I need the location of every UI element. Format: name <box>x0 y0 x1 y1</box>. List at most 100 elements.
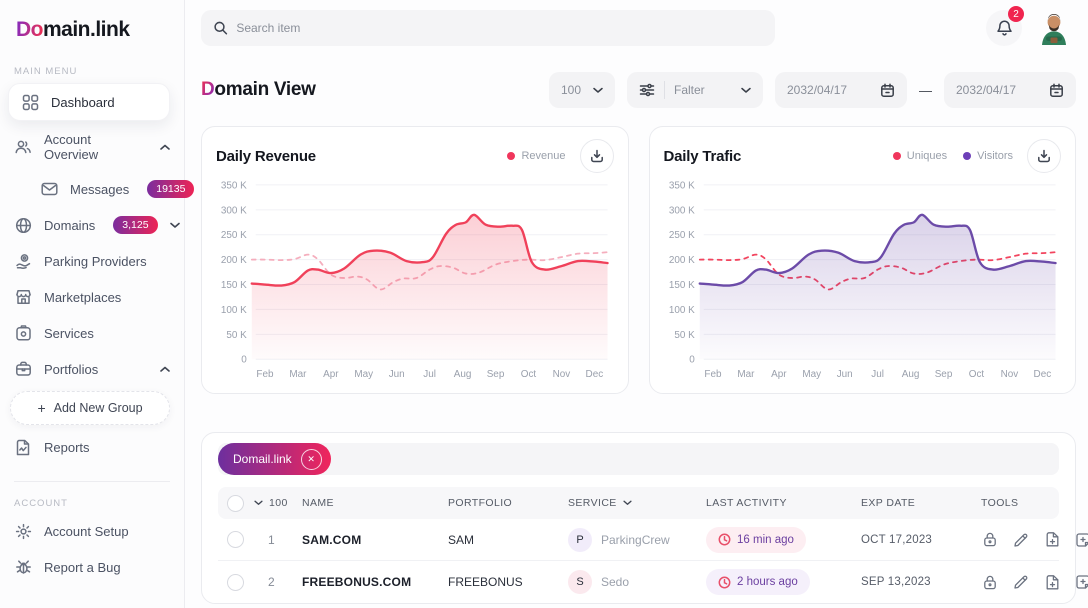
sidebar-item-portfolios[interactable]: Portfolios <box>0 351 184 387</box>
sidebar-item-label: Services <box>44 326 94 341</box>
legend-label: Visitors <box>977 150 1013 162</box>
sidebar-item-parking-providers[interactable]: Parking Providers <box>0 243 184 279</box>
svg-text:350 K: 350 K <box>221 180 247 191</box>
lock-button[interactable] <box>981 531 999 549</box>
filter-dropdown[interactable]: Falter <box>627 72 763 108</box>
chevron-down-icon <box>170 222 180 229</box>
svg-text:50 K: 50 K <box>674 330 695 341</box>
date-from-value: 2032/04/17 <box>787 83 847 97</box>
select-all-checkbox[interactable] <box>227 495 244 512</box>
svg-text:300 K: 300 K <box>221 205 247 216</box>
header-service[interactable]: SERVICE <box>568 497 706 509</box>
exp-date: SEP 13,2023 <box>861 576 981 588</box>
close-icon: ✕ <box>307 454 315 465</box>
note-plus-button[interactable] <box>1074 573 1088 591</box>
search-icon <box>213 20 228 36</box>
sidebar-item-dashboard[interactable]: Dashboard <box>8 83 170 121</box>
plus-icon: + <box>37 400 45 416</box>
topbar-right: 2 <box>986 10 1072 46</box>
chart-title: Daily Trafic <box>664 148 742 165</box>
main-area: 2 Domain View 100 Falte <box>185 0 1088 608</box>
filter-chip-bar: Domail.link ✕ <box>218 443 1059 475</box>
filter-chip[interactable]: Domail.link ✕ <box>218 443 331 475</box>
sidebar-item-report-a-bug[interactable]: Report a Bug <box>0 549 184 585</box>
service-name: ParkingCrew <box>601 533 670 547</box>
charts-row: Daily Revenue Revenue 050 K100 K150 K200… <box>201 126 1076 394</box>
svg-text:Jul: Jul <box>423 369 436 380</box>
header-service-label: SERVICE <box>568 497 617 509</box>
app-root: Domain.link MAIN MENU Dashboard Account … <box>0 0 1088 608</box>
row-checkbox[interactable] <box>227 574 244 591</box>
clock-icon <box>718 576 731 589</box>
sidebar-item-label: Dashboard <box>51 95 115 110</box>
service-avatar: P <box>568 528 592 552</box>
date-to-picker[interactable]: 2032/04/17 <box>944 72 1076 108</box>
service-cell: S Sedo <box>568 570 706 594</box>
download-chart-button[interactable] <box>1027 139 1061 173</box>
add-new-group-button[interactable]: + Add New Group <box>10 391 170 425</box>
sidebar-item-services[interactable]: Services <box>0 315 184 351</box>
svg-text:350 K: 350 K <box>668 180 694 191</box>
activity-text: 16 min ago <box>737 534 794 546</box>
note-plus-button[interactable] <box>1074 531 1088 549</box>
row-number: 2 <box>254 575 302 589</box>
chart-legend: Revenue <box>507 150 565 162</box>
user-avatar[interactable] <box>1036 10 1072 46</box>
services-box-icon <box>14 324 32 342</box>
legend-dot <box>963 152 971 160</box>
last-activity-cell: 2 hours ago <box>706 569 861 595</box>
header-page-size[interactable]: 100 <box>254 497 302 509</box>
sidebar-item-account-overview[interactable]: Account Overview <box>0 123 184 171</box>
download-icon <box>1037 149 1051 163</box>
file-plus-button[interactable] <box>1043 531 1061 549</box>
sidebar-item-domains[interactable]: Domains 3,125 <box>0 207 184 243</box>
svg-text:Mar: Mar <box>737 369 755 380</box>
service-cell: P ParkingCrew <box>568 528 706 552</box>
chip-close-button[interactable]: ✕ <box>301 449 322 470</box>
header-controls: 100 Falter 2032/04/17 — <box>549 72 1076 108</box>
page-size-value: 100 <box>561 83 581 97</box>
svg-text:150 K: 150 K <box>221 280 247 291</box>
svg-text:200 K: 200 K <box>221 255 247 266</box>
search-input[interactable] <box>236 21 763 35</box>
bell-icon <box>996 19 1013 37</box>
date-range-separator: — <box>919 83 932 98</box>
legend-label: Uniques <box>907 150 947 162</box>
svg-text:Feb: Feb <box>256 369 274 380</box>
file-plus-button[interactable] <box>1043 573 1061 591</box>
chevron-down-icon <box>254 500 263 506</box>
svg-text:Feb: Feb <box>704 369 722 380</box>
domains-count-badge: 3,125 <box>113 216 157 234</box>
topbar: 2 <box>185 0 1088 56</box>
notifications-button[interactable]: 2 <box>986 10 1022 46</box>
svg-text:Apr: Apr <box>771 369 787 380</box>
sidebar-item-label: Marketplaces <box>44 290 121 305</box>
sidebar-item-reports[interactable]: Reports <box>0 429 184 465</box>
legend-dot <box>893 152 901 160</box>
tools-cell <box>981 573 1088 591</box>
lock-button[interactable] <box>981 573 999 591</box>
row-checkbox[interactable] <box>227 531 244 548</box>
page-size-dropdown[interactable]: 100 <box>549 72 615 108</box>
globe-icon <box>14 216 32 234</box>
edit-button[interactable] <box>1012 531 1030 549</box>
sidebar-item-label: Account Overview <box>44 132 148 162</box>
activity-pill: 2 hours ago <box>706 569 810 595</box>
svg-text:50 K: 50 K <box>226 330 247 341</box>
svg-text:250 K: 250 K <box>668 230 694 241</box>
sidebar-item-account-setup[interactable]: Account Setup <box>0 513 184 549</box>
sidebar-item-label: Report a Bug <box>44 560 121 575</box>
users-icon <box>14 138 32 156</box>
svg-text:Sep: Sep <box>934 369 952 380</box>
legend-item: Uniques <box>893 150 947 162</box>
date-from-picker[interactable]: 2032/04/17 <box>775 72 907 108</box>
dashboard-icon <box>21 93 39 111</box>
sidebar-item-messages[interactable]: Messages 19135 <box>0 171 184 207</box>
svg-text:200 K: 200 K <box>668 255 694 266</box>
mail-icon <box>40 180 58 198</box>
content: Domain View 100 Falter 2032/04/17 <box>185 56 1088 604</box>
edit-button[interactable] <box>1012 573 1030 591</box>
download-chart-button[interactable] <box>580 139 614 173</box>
header-tools: TOOLS <box>981 497 1059 509</box>
sidebar-item-marketplaces[interactable]: Marketplaces <box>0 279 184 315</box>
